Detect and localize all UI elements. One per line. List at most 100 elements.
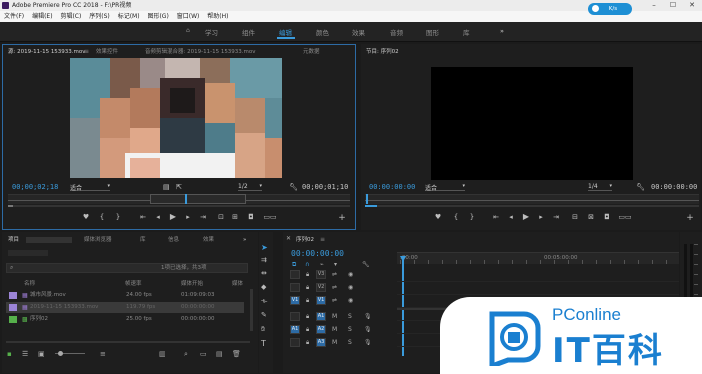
step-back-icon[interactable]: ◂	[152, 213, 164, 221]
tab-audio-clip-mixer[interactable]: 音频剪辑混合器: 2019-11-15 153933.mov	[145, 46, 256, 58]
source-scroll-handle[interactable]	[8, 205, 13, 207]
track-target[interactable]: A3	[316, 338, 326, 347]
program-time-ruler[interactable]	[365, 194, 699, 204]
microphone-icon[interactable]: 🎙︎	[364, 339, 372, 346]
source-fit-dropdown[interactable]: 适合 ▾	[70, 183, 110, 192]
menu-help[interactable]: 帮助(H)	[207, 11, 228, 22]
list-item[interactable]: ▩ 序列02 25.00 fps 00:00:00:00	[6, 314, 244, 325]
step-forward-icon[interactable]: ▸	[535, 213, 547, 221]
eye-icon[interactable]: ◉	[348, 284, 353, 291]
track-target[interactable]: A2	[316, 325, 326, 334]
new-bin-icon[interactable]: ▭	[200, 350, 207, 358]
solo-icon[interactable]: S	[348, 313, 352, 320]
workspace-color[interactable]: 颜色	[316, 27, 329, 37]
new-item-icon[interactable]: ▤	[216, 350, 223, 358]
list-item[interactable]: ▦ 2019-11-15 153933.mov 119.79 fps 00:00…	[6, 302, 244, 313]
tab-media-browser[interactable]: 媒体浏览器	[84, 234, 112, 246]
linked-selection-icon[interactable]: ⌁	[320, 261, 324, 268]
list-item[interactable]: ▦ 城市风景.mov 24.00 fps 01:09:09:03	[6, 290, 244, 301]
track-target[interactable]: V2	[316, 283, 326, 292]
camera-icon[interactable]: ◘	[601, 213, 613, 221]
play-icon[interactable]: ▶	[520, 212, 532, 221]
go-to-out-icon[interactable]: ⇥	[550, 213, 562, 221]
solo-icon[interactable]: S	[348, 339, 352, 346]
panel-menu-icon[interactable]: ≡	[320, 236, 325, 243]
source-patch[interactable]: A1	[290, 325, 300, 334]
track-target[interactable]: V1	[316, 296, 326, 305]
step-forward-icon[interactable]: ▸	[182, 213, 194, 221]
tab-effects[interactable]: 效果	[203, 234, 214, 246]
project-hscrollbar[interactable]	[6, 341, 250, 343]
timeline-timecode[interactable]: 00:00:00:00	[291, 249, 344, 258]
workspace-graphics[interactable]: 图形	[426, 27, 439, 37]
overwrite-icon[interactable]: ⊞	[229, 213, 241, 221]
export-frame-icon[interactable]: ⇱	[176, 183, 182, 191]
source-patch[interactable]: V1	[290, 296, 300, 305]
add-marker-icon[interactable]: ♥	[432, 213, 444, 221]
go-to-in-icon[interactable]: ⇤	[490, 213, 502, 221]
mark-out-icon[interactable]: }	[466, 213, 478, 221]
menu-file[interactable]: 文件(F)	[4, 11, 24, 22]
more-workspaces-icon[interactable]: »	[500, 27, 504, 35]
workspace-effects[interactable]: 效果	[352, 27, 365, 37]
add-marker-icon[interactable]: ♥	[80, 213, 92, 221]
source-in-out-range[interactable]	[150, 194, 246, 204]
list-view-icon[interactable]: ☰	[22, 350, 28, 358]
lift-icon[interactable]: ⊟	[569, 213, 581, 221]
microphone-icon[interactable]: 🎙︎	[364, 313, 372, 320]
tab-sequence[interactable]: 序列02	[296, 234, 314, 246]
source-scale-dropdown[interactable]: 1/2 ▾	[238, 183, 262, 191]
panel-menu-icon[interactable]: ≡	[84, 49, 90, 55]
automate-icon[interactable]: ▥	[159, 350, 166, 358]
step-back-icon[interactable]: ◂	[505, 213, 517, 221]
microphone-icon[interactable]: 🎙︎	[364, 326, 372, 333]
wrench-icon[interactable]: 🔧︎	[289, 183, 298, 191]
close-tab-icon[interactable]: ✕	[286, 235, 291, 242]
go-to-in-icon[interactable]: ⇤	[137, 213, 149, 221]
menu-window[interactable]: 窗口(W)	[177, 11, 200, 22]
column-media-start[interactable]: 媒体开始	[181, 279, 203, 290]
workspace-learn[interactable]: 学习	[205, 27, 218, 37]
eye-icon[interactable]: ◉	[348, 297, 353, 304]
icon-view-icon[interactable]: ▣	[38, 350, 45, 358]
button-editor-icon[interactable]: ▭▭	[617, 213, 633, 221]
menu-marker[interactable]: 标记(M)	[118, 11, 140, 22]
workspace-editing[interactable]: 编辑	[279, 27, 292, 37]
sort-icon[interactable]: ≡	[100, 350, 106, 358]
program-scroll-handle[interactable]	[365, 205, 377, 207]
go-to-out-icon[interactable]: ⇥	[197, 213, 209, 221]
workspace-assembly[interactable]: 组件	[242, 27, 255, 37]
add-marker-icon[interactable]: ▾	[334, 261, 337, 268]
track-target[interactable]: A1	[316, 312, 326, 321]
lock-icon[interactable]: ▪	[7, 350, 12, 358]
close-icon[interactable]: ✕	[683, 0, 701, 11]
minimize-icon[interactable]: –	[645, 0, 663, 11]
find-icon[interactable]: ⌕	[184, 350, 188, 359]
type-tool-icon[interactable]: T	[261, 339, 266, 348]
project-search-input[interactable]	[6, 263, 248, 273]
lock-icon[interactable]: 🔒︎	[306, 326, 309, 334]
wrench-icon[interactable]: 🔧︎	[636, 183, 645, 191]
tab-info[interactable]: 信息	[168, 234, 179, 246]
button-editor-icon[interactable]: ▭▭	[262, 213, 278, 221]
solo-icon[interactable]: S	[348, 326, 352, 333]
source-patch[interactable]	[290, 338, 300, 347]
source-patch[interactable]	[290, 312, 300, 321]
source-patch[interactable]	[290, 270, 300, 279]
column-name[interactable]: 名称	[24, 279, 35, 290]
track-select-icon[interactable]: ⇉	[261, 256, 267, 264]
mark-out-icon[interactable]: }	[112, 213, 124, 221]
ripple-edit-icon[interactable]: ⇹	[261, 269, 267, 277]
mute-icon[interactable]: M	[332, 313, 337, 320]
lock-icon[interactable]: 🔒︎	[306, 297, 309, 305]
add-button-icon[interactable]: +	[336, 213, 348, 223]
tab-libraries[interactable]: 库	[140, 234, 146, 246]
program-playhead-timecode[interactable]: 00:00:00:00	[369, 183, 415, 191]
eye-icon[interactable]: ◉	[348, 271, 353, 278]
program-playhead[interactable]	[366, 194, 368, 204]
track-target[interactable]: V3	[316, 270, 326, 279]
pen-icon[interactable]: ✎	[261, 311, 267, 319]
add-button-icon[interactable]: +	[684, 213, 696, 223]
tab-project[interactable]: 项目	[8, 234, 19, 246]
mark-in-icon[interactable]: {	[450, 213, 462, 221]
